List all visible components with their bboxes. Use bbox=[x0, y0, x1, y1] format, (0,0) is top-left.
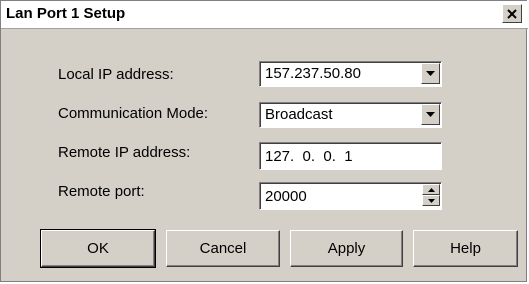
remote-ip-field[interactable]: 127. 0. 0. 1 bbox=[259, 142, 442, 170]
help-button[interactable]: Help bbox=[413, 230, 518, 267]
comm-mode-value: Broadcast bbox=[265, 106, 333, 123]
comm-mode-dropdown-button[interactable] bbox=[421, 104, 440, 125]
spin-up-button[interactable] bbox=[422, 184, 440, 195]
chevron-down-icon bbox=[426, 70, 435, 76]
local-ip-value: 157.237.50.80 bbox=[265, 65, 361, 82]
comm-mode-label: Communication Mode: bbox=[58, 105, 209, 122]
spin-up-icon bbox=[427, 187, 435, 192]
window-title: Lan Port 1 Setup bbox=[6, 5, 126, 22]
local-ip-label: Local IP address: bbox=[58, 66, 174, 83]
spin-down-button[interactable] bbox=[422, 195, 440, 206]
ok-button[interactable]: OK bbox=[40, 229, 156, 268]
lan-port-setup-dialog: Lan Port 1 Setup Local IP address: 157.2… bbox=[0, 0, 528, 282]
remote-port-spinner[interactable]: 20000 bbox=[259, 182, 442, 210]
chevron-down-icon bbox=[426, 111, 435, 117]
local-ip-select[interactable]: 157.237.50.80 bbox=[259, 61, 442, 87]
remote-port-value: 20000 bbox=[265, 188, 307, 205]
title-bar: Lan Port 1 Setup bbox=[1, 1, 528, 29]
apply-button[interactable]: Apply bbox=[290, 230, 403, 267]
cancel-button[interactable]: Cancel bbox=[166, 230, 280, 267]
remote-port-spin-buttons bbox=[422, 184, 440, 206]
remote-ip-label: Remote IP address: bbox=[58, 144, 191, 161]
remote-port-label: Remote port: bbox=[58, 183, 145, 200]
spin-down-icon bbox=[427, 198, 435, 203]
close-button[interactable] bbox=[502, 4, 522, 23]
comm-mode-select[interactable]: Broadcast bbox=[259, 102, 442, 128]
close-icon bbox=[507, 8, 517, 19]
local-ip-dropdown-button[interactable] bbox=[421, 63, 440, 84]
remote-ip-value: 127. 0. 0. 1 bbox=[265, 148, 353, 165]
